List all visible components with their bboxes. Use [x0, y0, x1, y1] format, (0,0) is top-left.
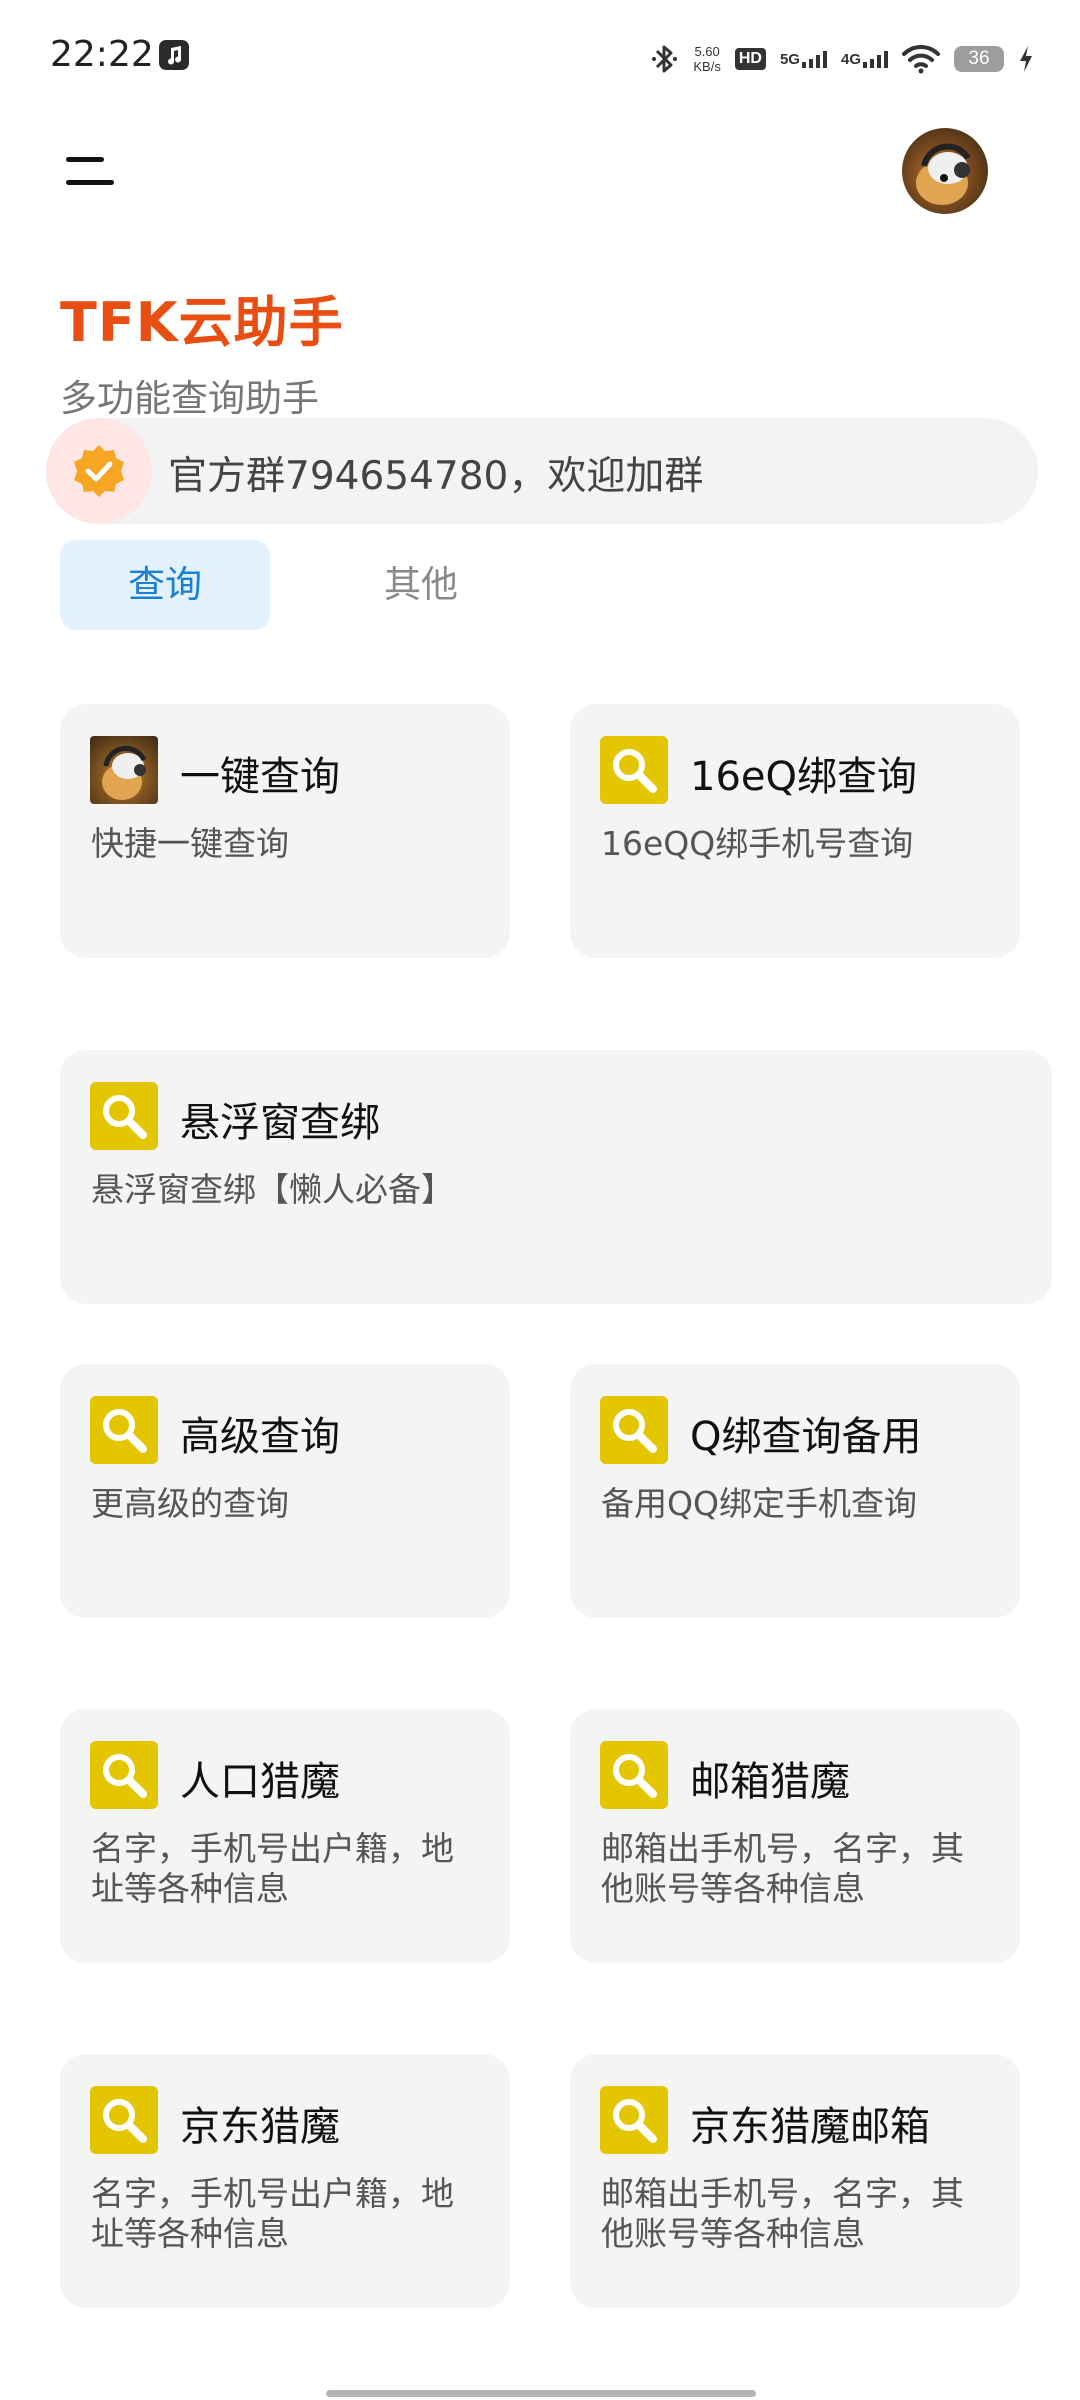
- card-backup-q-bind-query[interactable]: Q绑查询备用 备用QQ绑定手机查询: [570, 1364, 1020, 1618]
- search-icon: [600, 2086, 668, 2154]
- card-one-click-query[interactable]: 一键查询 快捷一键查询: [60, 704, 510, 958]
- sim1-network-type: 5G: [779, 51, 800, 68]
- card-16eq-bind-query[interactable]: 16eQ绑查询 16eQQ绑手机号查询: [570, 704, 1020, 958]
- card-email-hunter[interactable]: 邮箱猎魔 邮箱出手机号，名字，其他账号等各种信息: [570, 1709, 1020, 1963]
- sim1-signal: 5G: [780, 50, 827, 68]
- card-desc: 快捷一键查询: [91, 824, 289, 863]
- card-advanced-query[interactable]: 高级查询 更高级的查询: [60, 1364, 510, 1618]
- card-desc: 16eQQ绑手机号查询: [601, 824, 914, 863]
- sim2-signal: 4G: [841, 50, 888, 68]
- card-jd-email-hunter[interactable]: 京东猎魔邮箱 邮箱出手机号，名字，其他账号等各种信息: [570, 2054, 1020, 2308]
- card-title: 京东猎魔邮箱: [690, 2104, 930, 2150]
- search-icon: [600, 736, 668, 804]
- app-title: TFK云助手: [60, 291, 344, 354]
- wifi-icon: [902, 44, 940, 74]
- network-speed-unit: KB/s: [693, 59, 721, 74]
- tab-query[interactable]: 查询: [60, 540, 270, 630]
- search-icon: [90, 1741, 158, 1809]
- card-population-hunter[interactable]: 人口猎魔 名字，手机号出户籍，地址等各种信息: [60, 1709, 510, 1963]
- status-time: 22:22: [50, 34, 154, 75]
- card-title: 16eQ绑查询: [690, 754, 917, 800]
- card-desc: 更高级的查询: [91, 1484, 289, 1523]
- avatar-photo-icon: [90, 736, 158, 804]
- user-avatar[interactable]: [902, 128, 988, 214]
- card-floating-window-query[interactable]: 悬浮窗查绑 悬浮窗查绑【懒人必备】: [60, 1050, 1052, 1304]
- status-icons: 5.60 KB/s HD 5G 4G 36: [651, 38, 1034, 80]
- notice-banner[interactable]: 官方群794654780，欢迎加群: [46, 418, 1038, 524]
- home-indicator[interactable]: [326, 2390, 756, 2397]
- notice-text: 官方群794654780，欢迎加群: [168, 454, 704, 499]
- hd-voice-badge: HD: [734, 48, 766, 70]
- network-speed: 5.60 KB/s: [693, 44, 720, 74]
- card-title: 悬浮窗查绑: [180, 1100, 380, 1146]
- bluetooth-icon: [652, 45, 678, 73]
- notice-badge: [46, 418, 152, 524]
- music-app-icon: [159, 40, 189, 70]
- search-icon: [90, 2086, 158, 2154]
- charging-icon: [1020, 46, 1032, 72]
- app-subtitle: 多功能查询助手: [60, 377, 319, 420]
- sim1-signal-bars-icon: [801, 50, 827, 68]
- card-title: 京东猎魔: [180, 2104, 340, 2150]
- search-icon: [600, 1396, 668, 1464]
- tab-other[interactable]: 其他: [316, 540, 526, 630]
- card-title: Q绑查询备用: [690, 1414, 922, 1460]
- menu-icon-line-bottom: [66, 180, 114, 185]
- menu-icon-line-top: [66, 157, 104, 162]
- menu-button[interactable]: [62, 152, 114, 192]
- network-speed-value: 5.60: [694, 44, 720, 59]
- card-desc: 邮箱出手机号，名字，其他账号等各种信息: [601, 2174, 964, 2253]
- card-title: 人口猎魔: [180, 1759, 340, 1805]
- card-desc: 名字，手机号出户籍，地址等各种信息: [91, 2174, 454, 2253]
- search-icon: [90, 1082, 158, 1150]
- card-desc: 备用QQ绑定手机查询: [601, 1484, 917, 1523]
- card-title: 一键查询: [180, 754, 340, 800]
- card-title: 邮箱猎魔: [690, 1759, 850, 1805]
- search-icon: [90, 1396, 158, 1464]
- status-bar: 22:22 5.60 KB/s HD 5G 4G 36: [0, 0, 1080, 118]
- sim2-signal-bars-icon: [863, 50, 888, 68]
- battery-level: 36: [954, 46, 1004, 72]
- verified-badge-icon: [74, 445, 124, 497]
- card-jd-hunter[interactable]: 京东猎魔 名字，手机号出户籍，地址等各种信息: [60, 2054, 510, 2308]
- sim2-network-type: 4G: [840, 51, 861, 68]
- card-desc: 悬浮窗查绑【懒人必备】: [91, 1170, 454, 1209]
- card-desc: 名字，手机号出户籍，地址等各种信息: [91, 1829, 454, 1908]
- search-icon: [600, 1741, 668, 1809]
- card-title: 高级查询: [180, 1414, 340, 1460]
- card-desc: 邮箱出手机号，名字，其他账号等各种信息: [601, 1829, 964, 1908]
- avatar-photo-icon: [916, 143, 971, 205]
